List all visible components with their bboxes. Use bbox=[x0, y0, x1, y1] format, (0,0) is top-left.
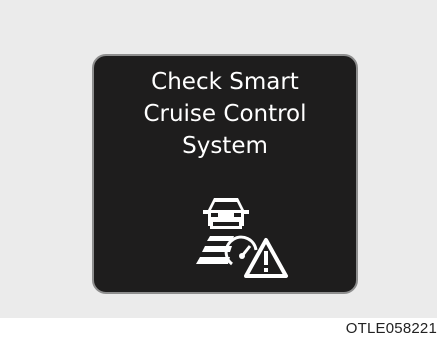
warning-triangle-icon bbox=[244, 238, 288, 278]
image-code-label: OTLE058221 bbox=[345, 320, 437, 337]
message-line-3: System bbox=[182, 133, 268, 159]
background-panel: Check Smart Cruise Control System bbox=[0, 0, 437, 318]
car-icon bbox=[203, 198, 249, 229]
message-line-1: Check Smart bbox=[151, 69, 299, 95]
cluster-display: Check Smart Cruise Control System bbox=[92, 54, 358, 294]
warning-message: Check Smart Cruise Control System bbox=[94, 66, 356, 162]
smart-cruise-control-warning-icon bbox=[196, 198, 288, 278]
speedometer-icon bbox=[224, 235, 258, 266]
message-line-2: Cruise Control bbox=[143, 101, 307, 127]
